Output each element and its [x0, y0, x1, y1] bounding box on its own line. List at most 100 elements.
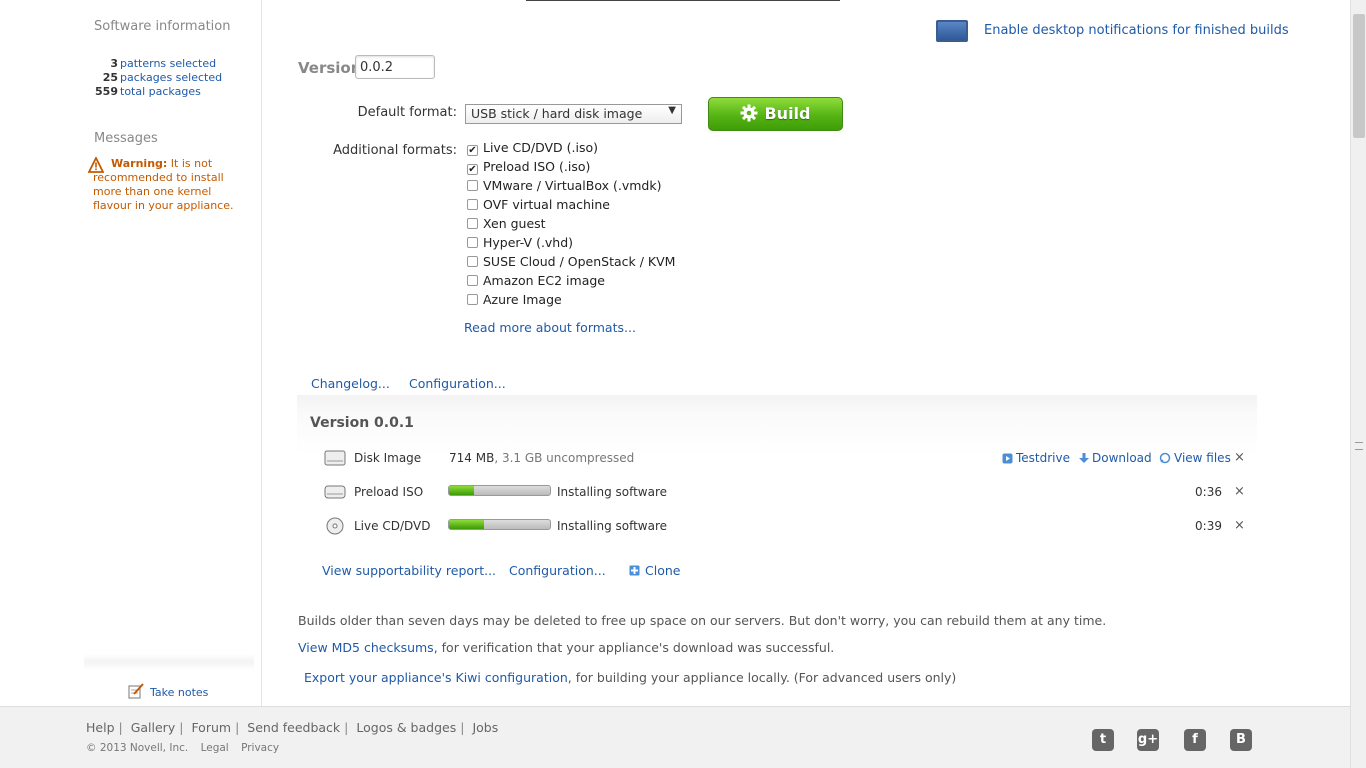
page-scrollbar[interactable]	[1350, 0, 1366, 768]
download-arrow-icon	[1079, 453, 1089, 463]
footer-links: Help | Gallery | Forum | Send feedback | Log…	[86, 720, 498, 735]
blogger-icon[interactable]: B	[1230, 729, 1252, 751]
format-label: Xen guest	[483, 216, 546, 231]
format-option[interactable]: Amazon EC2 image	[467, 273, 675, 292]
gear-icon	[740, 104, 758, 122]
format-option[interactable]: VMware / VirtualBox (.vmdk)	[467, 178, 675, 197]
packages-count: 25	[102, 71, 118, 84]
checkbox[interactable]: ✔	[467, 164, 478, 175]
format-label: Live CD/DVD (.iso)	[483, 140, 598, 155]
main-content: Enable desktop notifications for finishe…	[263, 0, 1350, 706]
total-packages-link[interactable]: total packages	[120, 85, 201, 98]
md5-notice: View MD5 checksums, for verification tha…	[298, 640, 834, 655]
build-button[interactable]: Build	[708, 97, 843, 131]
build-progress-bar	[448, 485, 551, 496]
sidebar-divider	[84, 654, 254, 670]
total-count: 559	[95, 85, 118, 98]
build-name: Disk Image	[354, 451, 422, 465]
format-option[interactable]: SUSE Cloud / OpenStack / KVM	[467, 254, 675, 273]
footer-link-logos[interactable]: Logos & badges	[356, 720, 456, 735]
clone-plus-icon	[629, 565, 640, 576]
footer-link-feedback[interactable]: Send feedback	[247, 720, 340, 735]
checkbox[interactable]	[467, 180, 478, 191]
md5-notice-text: , for verification that your appliance's…	[433, 640, 835, 655]
download-button[interactable]: Download	[1079, 451, 1152, 465]
changelog-link[interactable]: Changelog...	[311, 376, 390, 391]
testdrive-label[interactable]: Testdrive	[1016, 451, 1070, 465]
enable-notifications-link[interactable]: Enable desktop notifications for finishe…	[984, 23, 1289, 38]
format-option[interactable]: ✔ Live CD/DVD (.iso)	[467, 140, 675, 159]
format-label: VMware / VirtualBox (.vmdk)	[483, 178, 662, 193]
supportability-report-link[interactable]: View supportability report...	[322, 563, 496, 578]
view-files-button[interactable]: View files	[1159, 451, 1231, 465]
checkbox[interactable]	[467, 218, 478, 229]
builds-version-title: Version 0.0.1	[310, 415, 414, 431]
monitor-icon	[936, 20, 968, 42]
footer-separator: |	[235, 720, 240, 735]
format-label: SUSE Cloud / OpenStack / KVM	[483, 254, 676, 269]
twitter-icon[interactable]: t	[1092, 729, 1114, 751]
build-row-disk-image: Disk Image 714 MB, 3.1 GB uncompressed T…	[297, 447, 1257, 471]
hard-disk-icon	[324, 450, 346, 466]
footer-link-help[interactable]: Help	[86, 720, 115, 735]
take-notes-label[interactable]: Take notes	[150, 686, 208, 699]
warning-triangle-icon	[88, 157, 104, 173]
format-option[interactable]: OVF virtual machine	[467, 197, 675, 216]
stat-patterns[interactable]: 3 patterns selected	[80, 57, 250, 70]
remove-build-button[interactable]: ×	[1234, 450, 1245, 465]
testdrive-button[interactable]: Testdrive	[1002, 451, 1070, 465]
footer-link-forum[interactable]: Forum	[191, 720, 231, 735]
download-label[interactable]: Download	[1092, 451, 1152, 465]
format-option[interactable]: Azure Image	[467, 292, 675, 311]
legal-link[interactable]: Legal	[201, 742, 229, 754]
builds-panel: Version 0.0.1 Disk Image 714 MB, 3.1 GB …	[297, 395, 1257, 595]
build-row-preload-iso: Preload ISO Installing software 0:36 ×	[297, 481, 1257, 505]
default-format-select[interactable]: USB stick / hard disk image ▼	[465, 104, 682, 124]
checkbox[interactable]	[467, 256, 478, 267]
format-option[interactable]: Hyper-V (.vhd)	[467, 235, 675, 254]
footer-link-gallery[interactable]: Gallery	[131, 720, 176, 735]
format-option[interactable]: Xen guest	[467, 216, 675, 235]
disc-drive-icon	[324, 485, 346, 499]
stat-total[interactable]: 559 total packages	[80, 85, 250, 98]
clone-button[interactable]: Clone	[629, 563, 680, 578]
checkbox[interactable]	[467, 294, 478, 305]
format-option[interactable]: ✔ Preload ISO (.iso)	[467, 159, 675, 178]
facebook-icon[interactable]: f	[1184, 729, 1206, 751]
default-format-label: Default format:	[357, 105, 457, 120]
kiwi-notice: Export your appliance's Kiwi configurati…	[304, 670, 956, 685]
kiwi-export-link[interactable]: Export your appliance's Kiwi configurati…	[304, 670, 568, 685]
checkbox[interactable]	[467, 275, 478, 286]
scrollbar-thumb[interactable]	[1353, 14, 1365, 138]
copyright: © 2013 Novell, Inc. Legal Privacy	[86, 742, 279, 754]
privacy-link[interactable]: Privacy	[241, 742, 279, 754]
clone-label[interactable]: Clone	[645, 563, 680, 578]
footer-link-jobs[interactable]: Jobs	[472, 720, 498, 735]
md5-checksums-link[interactable]: View MD5 checksums	[298, 640, 434, 655]
format-label: Amazon EC2 image	[483, 273, 605, 288]
checkbox[interactable]: ✔	[467, 145, 478, 156]
take-notes-link[interactable]: Take notes	[128, 683, 208, 699]
cancel-build-button[interactable]: ×	[1234, 518, 1245, 533]
checkbox[interactable]	[467, 237, 478, 248]
build-size: 714 MB, 3.1 GB uncompressed	[449, 451, 634, 465]
dropdown-arrow-icon: ▼	[668, 105, 676, 116]
view-files-label[interactable]: View files	[1174, 451, 1231, 465]
checkbox[interactable]	[467, 199, 478, 210]
cancel-build-button[interactable]: ×	[1234, 484, 1245, 499]
configuration-tab-link[interactable]: Configuration...	[409, 376, 506, 391]
build-status: Installing software	[557, 485, 668, 499]
patterns-count: 3	[110, 57, 118, 70]
version-label: Version	[298, 59, 362, 77]
read-more-formats-link[interactable]: Read more about formats...	[464, 320, 636, 335]
build-elapsed-time: 0:39	[1195, 519, 1222, 533]
google-plus-icon[interactable]: g+	[1137, 729, 1159, 751]
stat-packages[interactable]: 25 packages selected	[80, 71, 250, 84]
warning-message: Warning: It is not recommended to instal…	[88, 157, 248, 213]
packages-link[interactable]: packages selected	[120, 71, 222, 84]
version-input[interactable]	[355, 55, 435, 79]
build-configuration-link[interactable]: Configuration...	[509, 563, 606, 578]
cd-icon	[326, 517, 344, 535]
patterns-link[interactable]: patterns selected	[120, 57, 216, 70]
format-label: Hyper-V (.vhd)	[483, 235, 574, 250]
